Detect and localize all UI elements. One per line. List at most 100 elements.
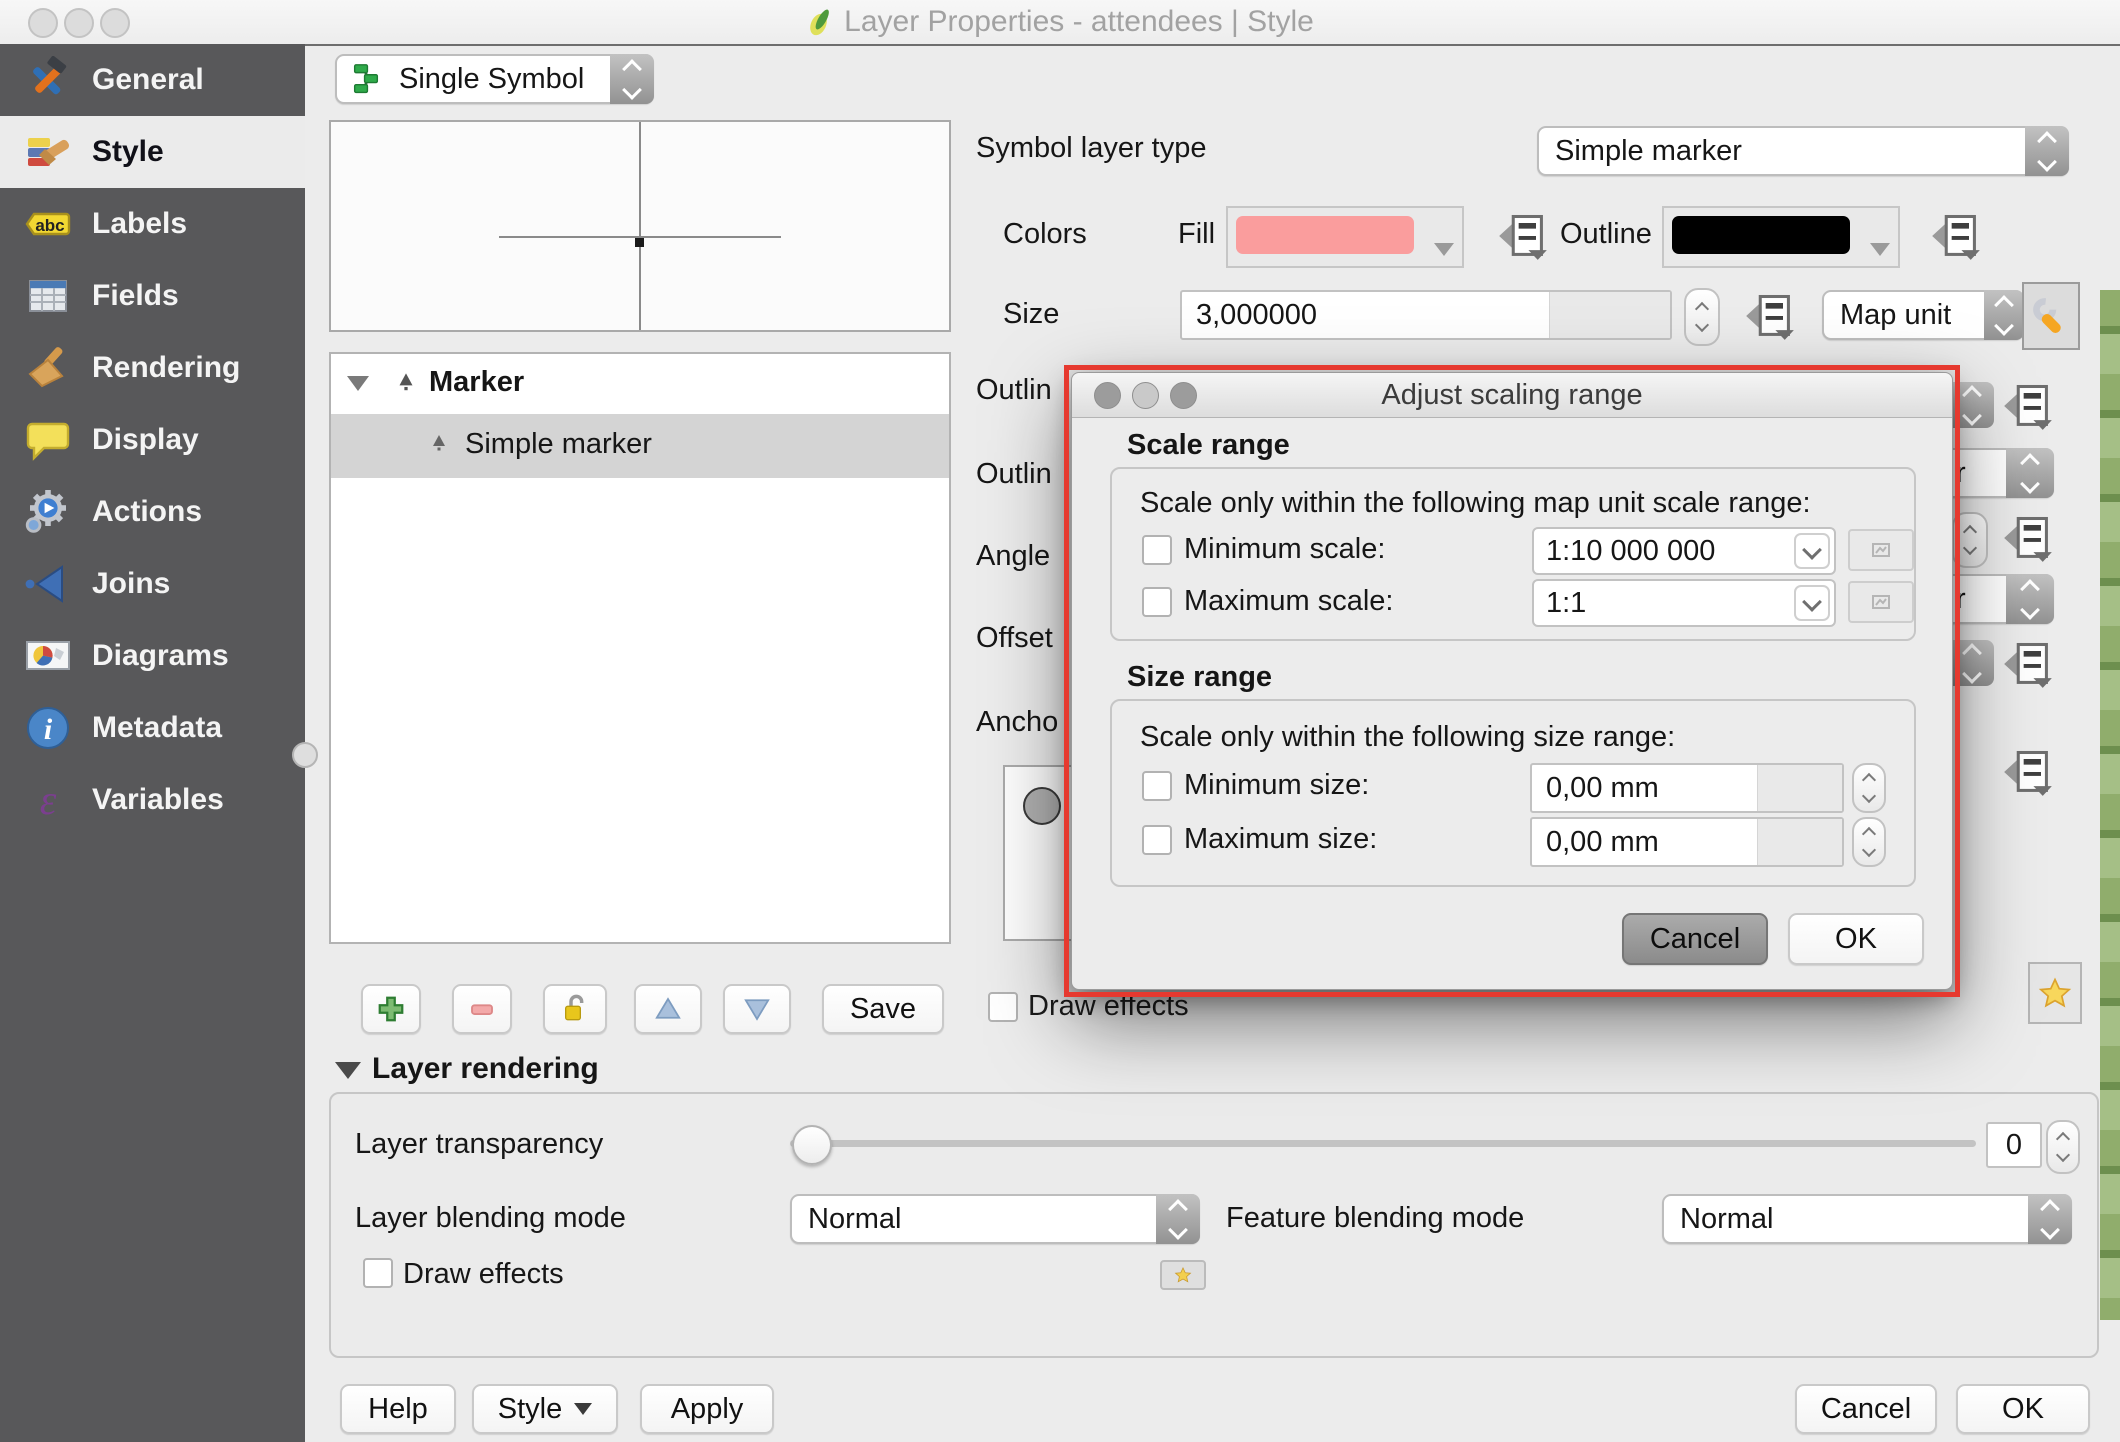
- maximum-scale-map-button[interactable]: [1848, 581, 1914, 623]
- offset-data-defined-button[interactable]: [2002, 640, 2054, 688]
- maximum-size-input[interactable]: 0,00 mm: [1530, 817, 1844, 867]
- dialog-ok-button[interactable]: OK: [1956, 1384, 2090, 1434]
- save-symbol-button[interactable]: Save: [822, 984, 944, 1034]
- svg-text:abc: abc: [35, 216, 64, 235]
- tree-item-marker[interactable]: Marker: [429, 366, 524, 399]
- layer-draw-effects-checkbox[interactable]: [363, 1258, 393, 1288]
- outline-color-swatch: [1672, 216, 1850, 254]
- minimum-size-checkbox[interactable]: [1142, 771, 1172, 801]
- clipped-stepper-1[interactable]: [1950, 382, 1994, 428]
- size-data-defined-button[interactable]: [1744, 292, 1796, 340]
- size-unit-stepper[interactable]: [1984, 290, 2024, 340]
- minimum-size-stepper[interactable]: [1852, 763, 1886, 813]
- adjust-scaling-range-dialog: Adjust scaling range Scale range Scale o…: [1071, 372, 1953, 990]
- tree-expander-icon[interactable]: [347, 376, 369, 391]
- maximum-size-label: Maximum size:: [1184, 823, 1377, 856]
- sidebar-item-labels[interactable]: abc Labels: [0, 188, 305, 260]
- sidebar-item-general[interactable]: General: [0, 44, 305, 116]
- maximum-size-checkbox[interactable]: [1142, 825, 1172, 855]
- symbol-preview: [329, 120, 951, 332]
- fill-label: Fill: [1178, 218, 1215, 251]
- style-menu-button[interactable]: Style: [472, 1384, 618, 1434]
- minimum-scale-checkbox[interactable]: [1142, 535, 1172, 565]
- minimum-scale-combo[interactable]: 1:10 000 000: [1532, 527, 1836, 575]
- layer-blending-stepper[interactable]: [1156, 1194, 1200, 1244]
- effects-star-button[interactable]: [2028, 962, 2082, 1024]
- move-layer-up-button[interactable]: [634, 984, 702, 1034]
- outline-style-label-clipped: Outlin: [976, 458, 1052, 491]
- move-layer-down-button[interactable]: [723, 984, 791, 1034]
- map-canvas-sliver: [2100, 290, 2120, 1320]
- symbol-layer-type-select[interactable]: Simple marker: [1537, 126, 2069, 176]
- angle-data-defined-button[interactable]: [2002, 514, 2054, 562]
- dialog-cancel-button[interactable]: Cancel: [1795, 1384, 1937, 1434]
- clipped-spin-1[interactable]: [1952, 512, 1988, 568]
- sidebar-item-actions[interactable]: Actions: [0, 476, 305, 548]
- clipped-unit-stepper-1[interactable]: [2006, 448, 2054, 498]
- size-input[interactable]: 3,000000: [1180, 290, 1672, 340]
- outline-data-defined-button[interactable]: [1930, 212, 1982, 260]
- layer-rendering-collapse-icon[interactable]: [335, 1062, 361, 1079]
- sidebar-item-fields[interactable]: Fields: [0, 260, 305, 332]
- apply-button[interactable]: Apply: [640, 1384, 774, 1434]
- sidebar-item-diagrams[interactable]: Diagrams: [0, 620, 305, 692]
- remove-symbol-layer-button[interactable]: [452, 984, 512, 1034]
- fill-color-button[interactable]: [1226, 206, 1464, 268]
- general-icon: [24, 56, 72, 104]
- draw-effects-star-button[interactable]: [1160, 1260, 1206, 1290]
- labels-icon: abc: [24, 200, 72, 248]
- adjust-scaling-range-button[interactable]: [2022, 282, 2080, 350]
- outline-width-data-defined-button[interactable]: [2002, 382, 2054, 430]
- size-stepper[interactable]: [1684, 288, 1720, 346]
- clipped-unit-stepper-2[interactable]: [2006, 574, 2054, 624]
- outline-color-button[interactable]: [1662, 206, 1900, 268]
- svg-text:i: i: [44, 713, 53, 746]
- maximum-scale-combo[interactable]: 1:1: [1532, 579, 1836, 627]
- transparency-stepper[interactable]: [2046, 1120, 2080, 1174]
- fill-data-defined-button[interactable]: [1497, 212, 1549, 260]
- maximum-size-stepper[interactable]: [1852, 817, 1886, 867]
- size-unit-select[interactable]: Map unit: [1822, 290, 2024, 340]
- symbol-layer-type-label: Symbol layer type: [976, 132, 1207, 165]
- feature-blending-stepper[interactable]: [2028, 1194, 2072, 1244]
- anchor-point-handle[interactable]: [1023, 787, 1061, 825]
- help-button[interactable]: Help: [340, 1384, 456, 1434]
- outline-color-dropdown-arrow[interactable]: [1870, 243, 1890, 256]
- maximum-scale-checkbox[interactable]: [1142, 587, 1172, 617]
- sidebar: General Style abc Labels: [0, 44, 305, 1442]
- unlock-icon: [559, 993, 591, 1025]
- tree-item-simple-marker[interactable]: Simple marker: [465, 428, 652, 461]
- sidebar-item-variables[interactable]: ε Variables: [0, 764, 305, 836]
- layer-transparency-label: Layer transparency: [355, 1128, 603, 1161]
- style-icon: [24, 128, 72, 176]
- symbol-draw-effects-checkbox[interactable]: [988, 992, 1018, 1022]
- sidebar-item-rendering[interactable]: Rendering: [0, 332, 305, 404]
- add-symbol-layer-button[interactable]: [361, 984, 421, 1034]
- sidebar-item-metadata[interactable]: i Metadata: [0, 692, 305, 764]
- clipped-stepper-2[interactable]: [1950, 640, 1994, 686]
- modal-ok-button[interactable]: OK: [1788, 913, 1924, 965]
- layer-blending-select[interactable]: Normal: [790, 1194, 1200, 1244]
- maximum-scale-label: Maximum scale:: [1184, 585, 1394, 618]
- transparency-slider-knob[interactable]: [792, 1125, 832, 1165]
- sidebar-item-display[interactable]: Display: [0, 404, 305, 476]
- renderer-select-stepper[interactable]: [610, 54, 654, 104]
- sidebar-item-joins[interactable]: Joins: [0, 548, 305, 620]
- transparency-value-input[interactable]: 0: [1986, 1122, 2042, 1168]
- feature-blending-select[interactable]: Normal: [1662, 1194, 2072, 1244]
- anchor-data-defined-button[interactable]: [2002, 748, 2054, 796]
- renderer-select[interactable]: Single Symbol: [335, 54, 654, 104]
- minimum-size-input[interactable]: 0,00 mm: [1530, 763, 1844, 813]
- lock-colors-button[interactable]: [543, 984, 607, 1034]
- minimum-scale-dropdown-button[interactable]: [1794, 533, 1830, 569]
- sidebar-item-style[interactable]: Style: [0, 116, 305, 188]
- modal-cancel-button[interactable]: Cancel: [1622, 913, 1768, 965]
- sidebar-scroll-handle[interactable]: [292, 742, 318, 768]
- fill-color-dropdown-arrow[interactable]: [1434, 243, 1454, 256]
- minimum-scale-map-button[interactable]: [1848, 529, 1914, 571]
- layer-draw-effects-label: Draw effects: [403, 1258, 564, 1291]
- transparency-slider-track[interactable]: [790, 1140, 1976, 1147]
- qgis-logo-icon: [806, 7, 836, 37]
- symbol-layer-type-stepper[interactable]: [2025, 126, 2069, 176]
- maximum-scale-dropdown-button[interactable]: [1794, 585, 1830, 621]
